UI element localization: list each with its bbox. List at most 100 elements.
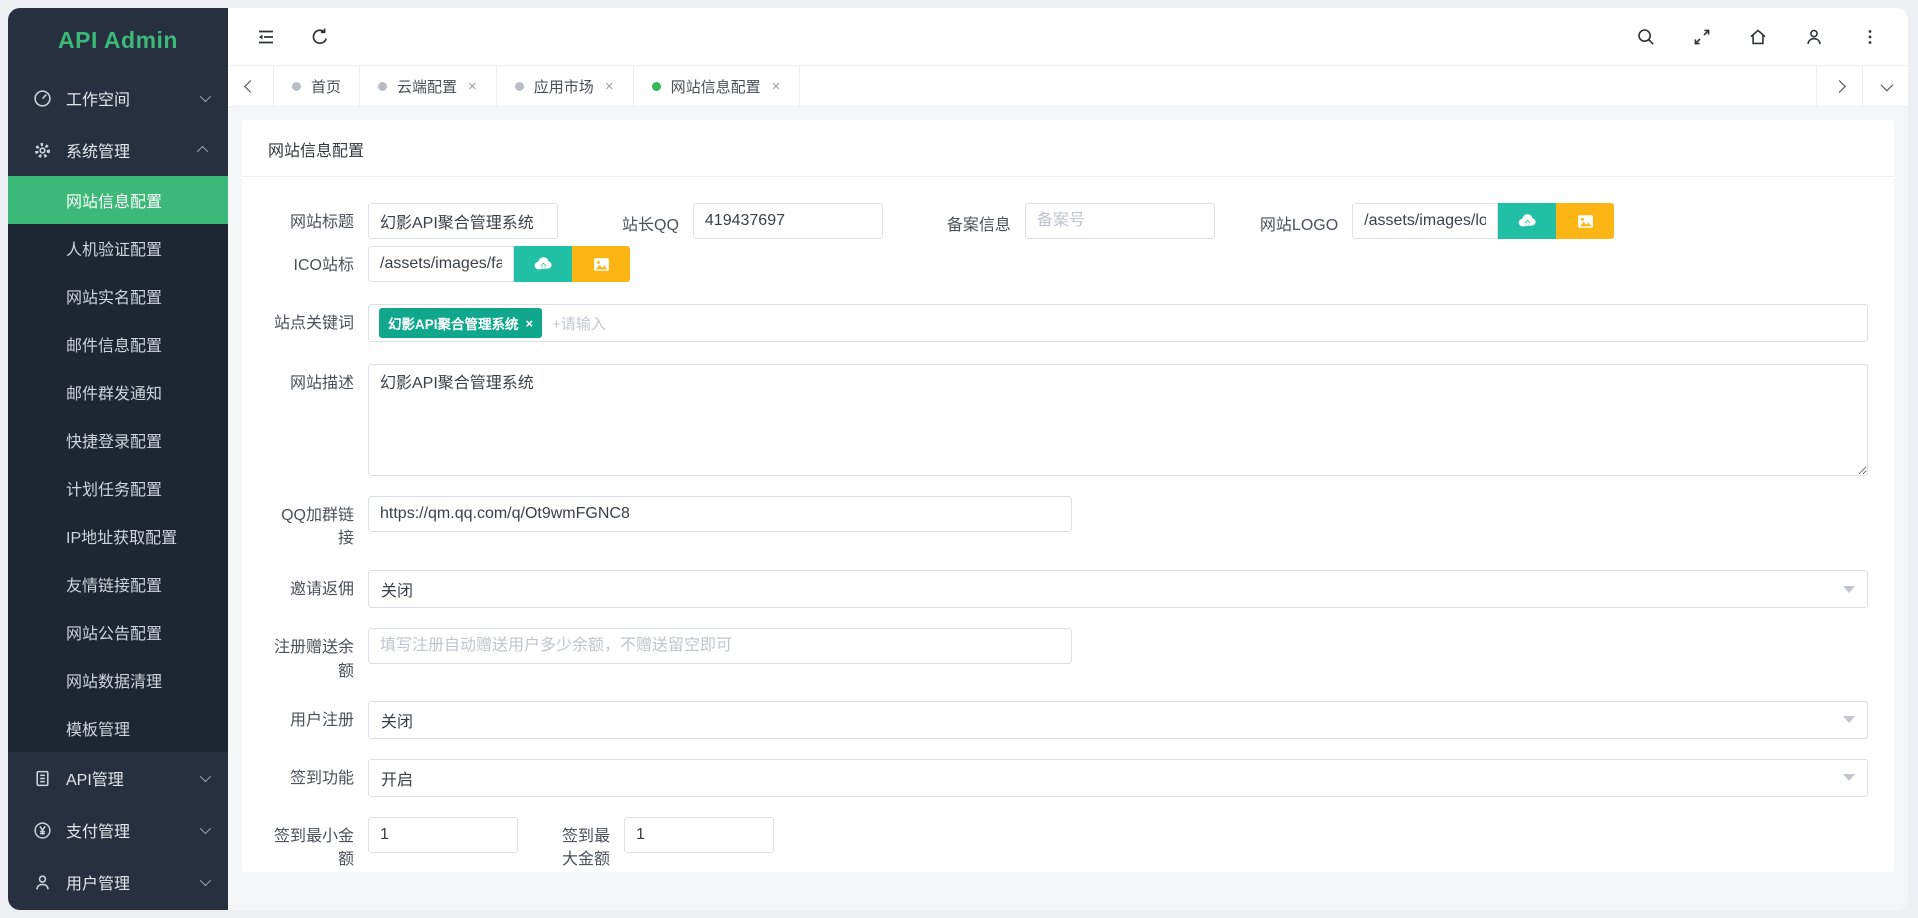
cloud-upload-icon [1517, 211, 1538, 232]
document-icon [32, 768, 52, 788]
form-row-checkin-amounts: 签到最小金额 签到最大金额 [268, 817, 1868, 871]
beian-label: 备案信息 [947, 203, 1011, 235]
logo-preview-button[interactable] [1556, 203, 1614, 239]
keywords-placeholder: +请输入 [552, 313, 606, 334]
sidebar-item-ip-config[interactable]: IP地址获取配置 [8, 512, 228, 560]
sidebar-item-mail-info[interactable]: 邮件信息配置 [8, 320, 228, 368]
tab-home[interactable]: 首页 [274, 66, 360, 106]
chevron-down-icon [200, 823, 211, 834]
form-row-user-register: 用户注册 关闭 [268, 701, 1868, 739]
ico-upload-button[interactable] [514, 246, 572, 282]
chevron-right-icon [1833, 80, 1846, 93]
selected-value: 关闭 [381, 577, 413, 601]
checkin-max-input[interactable] [624, 817, 774, 853]
sidebar-item-mail-broadcast[interactable]: 邮件群发通知 [8, 368, 228, 416]
form-row-qq-group: QQ加群链接 [268, 496, 1868, 550]
qq-group-input[interactable] [368, 496, 1072, 532]
sidebar-item-api[interactable]: API管理 [8, 752, 228, 804]
tab-close-icon[interactable]: × [604, 79, 615, 94]
main-area: 首页 云端配置 × 应用市场 × 网站信息配置 × [228, 8, 1908, 910]
keyword-tag: 幻影API聚合管理系统 × [379, 308, 542, 338]
checkin-label: 签到功能 [268, 759, 368, 790]
site-info-card: 网站信息配置 网站标题 站长QQ 备案信息 网站LOGO [242, 120, 1894, 872]
tab-app-market[interactable]: 应用市场 × [497, 66, 634, 106]
sidebar-item-system[interactable]: 系统管理 [8, 124, 228, 176]
logo-upload-button[interactable] [1498, 203, 1556, 239]
tab-bar: 首页 云端配置 × 应用市场 × 网站信息配置 × [228, 65, 1908, 107]
sidebar-item-announcement[interactable]: 网站公告配置 [8, 608, 228, 656]
more-options-icon[interactable] [1858, 25, 1882, 49]
tabs-menu-button[interactable] [1862, 66, 1908, 106]
system-submenu: 网站信息配置 人机验证配置 网站实名配置 邮件信息配置 邮件群发通知 快捷登录配… [8, 176, 228, 752]
logo-path-input[interactable] [1352, 203, 1498, 239]
user-avatar-icon[interactable] [1802, 25, 1826, 49]
brand-logo: API Admin [8, 8, 228, 72]
ico-path-input[interactable] [368, 246, 514, 282]
sidebar-item-data-clean[interactable]: 网站数据清理 [8, 656, 228, 704]
sidebar-item-cron[interactable]: 计划任务配置 [8, 464, 228, 512]
description-textarea[interactable]: 幻影API聚合管理系统 [368, 364, 1868, 476]
site-title-label: 网站标题 [268, 203, 368, 234]
tab-close-icon[interactable]: × [771, 79, 782, 94]
checkin-select[interactable]: 开启 [368, 759, 1868, 797]
ico-label: ICO站标 [268, 246, 368, 277]
tabs-scroll-right-button[interactable] [1816, 66, 1862, 106]
refresh-icon[interactable] [308, 25, 332, 49]
form-row-keywords: 站点关键词 幻影API聚合管理系统 × +请输入 [268, 304, 1868, 342]
tab-label: 应用市场 [534, 76, 594, 97]
user-register-select[interactable]: 关闭 [368, 701, 1868, 739]
chevron-down-icon [200, 875, 211, 886]
tab-site-info-config[interactable]: 网站信息配置 × [634, 66, 801, 106]
sidebar-item-workspace[interactable]: 工作空间 [8, 72, 228, 124]
cloud-upload-icon [533, 254, 554, 275]
user-register-label: 用户注册 [268, 701, 368, 732]
form-row-checkin: 签到功能 开启 [268, 759, 1868, 797]
search-icon[interactable] [1634, 25, 1658, 49]
tag-close-icon[interactable]: × [526, 316, 534, 331]
image-icon [1575, 211, 1596, 232]
beian-input[interactable] [1025, 203, 1215, 239]
checkin-min-input[interactable] [368, 817, 518, 853]
tab-close-icon[interactable]: × [467, 79, 478, 94]
sidebar-collapse-icon[interactable] [254, 25, 278, 49]
keyword-tag-text: 幻影API聚合管理系统 [388, 313, 519, 333]
keywords-input[interactable]: 幻影API聚合管理系统 × +请输入 [368, 304, 1868, 342]
tab-status-dot [292, 82, 301, 91]
fullscreen-icon[interactable] [1690, 25, 1714, 49]
sidebar-item-templates[interactable]: 模板管理 [8, 704, 228, 752]
tabs-scroll-left-button[interactable] [228, 66, 274, 106]
sidebar-item-captcha[interactable]: 人机验证配置 [8, 224, 228, 272]
form-row-ico: ICO站标 [268, 246, 1868, 282]
register-bonus-label: 注册赠送余额 [268, 628, 368, 682]
qq-input[interactable] [693, 203, 883, 239]
sidebar-item-label: 用户管理 [66, 870, 200, 894]
form-row-1: 网站标题 站长QQ 备案信息 网站LOGO [268, 203, 1868, 239]
sidebar-item-realname[interactable]: 网站实名配置 [8, 272, 228, 320]
sidebar-item-label: 支付管理 [66, 818, 200, 842]
sidebar-item-pay[interactable]: 支付管理 [8, 804, 228, 856]
page-title: 网站信息配置 [268, 137, 1868, 176]
sidebar-item-user[interactable]: 用户管理 [8, 856, 228, 908]
sidebar-item-label: 系统管理 [66, 138, 200, 162]
sidebar-item-friend-links[interactable]: 友情链接配置 [8, 560, 228, 608]
invite-rebate-select[interactable]: 关闭 [368, 570, 1868, 608]
register-bonus-input[interactable] [368, 628, 1072, 664]
top-toolbar [228, 8, 1908, 65]
home-icon[interactable] [1746, 25, 1770, 49]
sidebar-item-site-info[interactable]: 网站信息配置 [8, 176, 228, 224]
qq-label: 站长QQ [622, 203, 679, 235]
tab-active-dot [652, 82, 661, 91]
tab-label: 云端配置 [397, 76, 457, 97]
yen-circle-icon [32, 820, 52, 840]
tab-cloud-config[interactable]: 云端配置 × [360, 66, 497, 106]
image-icon [591, 254, 612, 275]
caret-down-icon [1843, 586, 1855, 593]
site-title-input[interactable] [368, 203, 558, 239]
ico-preview-button[interactable] [572, 246, 630, 282]
sidebar-item-quick-login[interactable]: 快捷登录配置 [8, 416, 228, 464]
tab-label: 首页 [311, 76, 341, 97]
description-label: 网站描述 [268, 364, 368, 395]
logo-upload-group [1352, 203, 1614, 239]
keywords-label: 站点关键词 [268, 304, 368, 335]
divider [242, 176, 1894, 177]
